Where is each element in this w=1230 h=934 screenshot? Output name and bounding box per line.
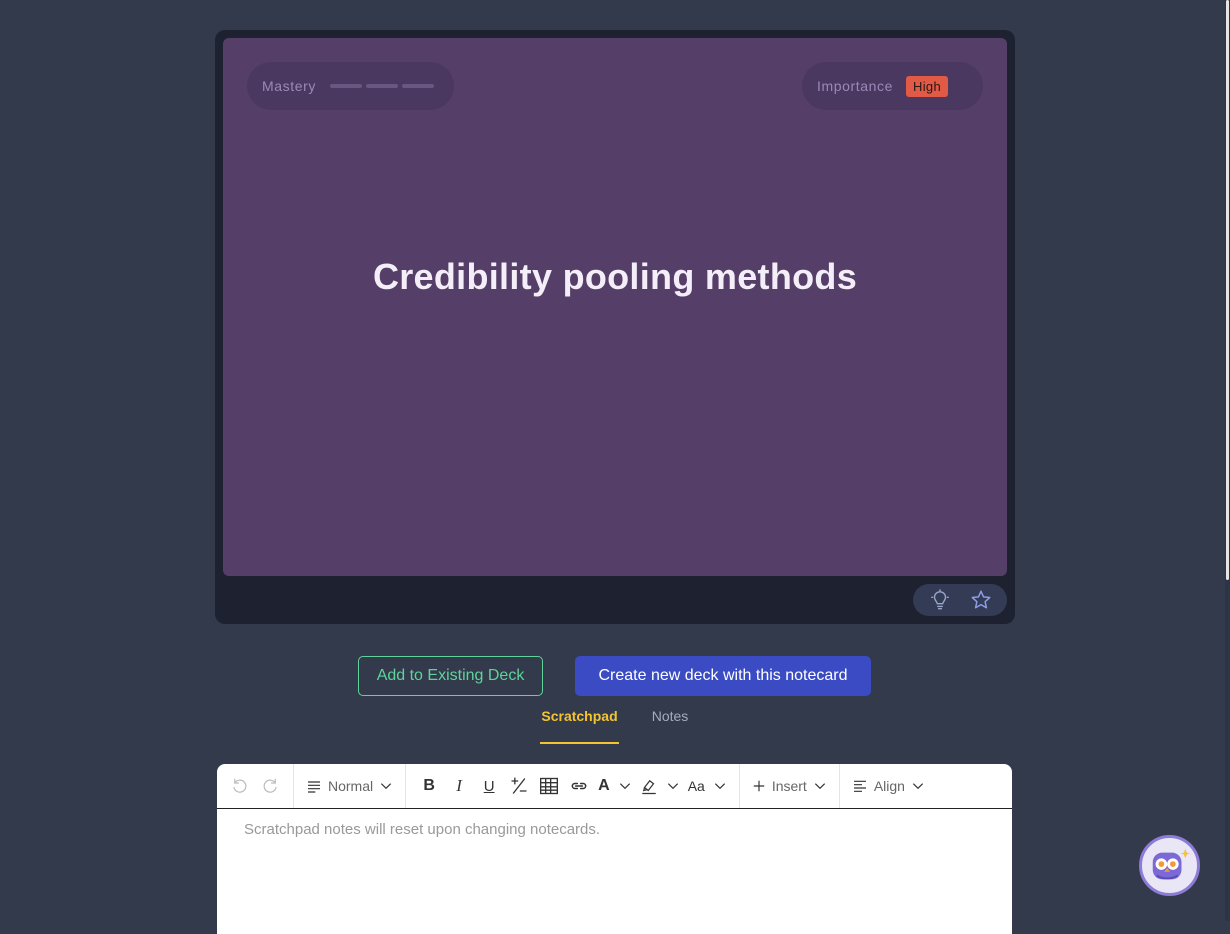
redo-icon	[263, 778, 277, 793]
editor-toolbar: Normal B I U A Aa Insert Align	[217, 764, 1012, 809]
importance-indicator: Importance High	[802, 62, 983, 110]
align-label: Align	[873, 778, 905, 794]
mastery-label: Mastery	[262, 78, 316, 94]
undo-icon	[233, 778, 247, 793]
favorite-button[interactable]	[970, 589, 992, 611]
notecard-title: Credibility pooling methods	[372, 256, 858, 297]
highlighter-icon	[641, 779, 656, 795]
italic-button[interactable]: I	[444, 770, 474, 802]
bold-button[interactable]: B	[414, 770, 444, 802]
align-dropdown[interactable]: Align	[848, 770, 929, 802]
underline-button[interactable]: U	[474, 770, 504, 802]
history-group	[217, 764, 294, 808]
insert-group: Insert	[740, 764, 840, 808]
add-to-existing-deck-button[interactable]: Add to Existing Deck	[358, 656, 543, 696]
scratchpad-input[interactable]: Scratchpad notes will reset upon changin…	[217, 809, 1012, 850]
mastery-segment	[402, 84, 434, 88]
chevron-down-icon	[714, 783, 725, 790]
star-icon	[971, 590, 990, 609]
block-type-value: Normal	[328, 778, 374, 794]
insert-label: Insert	[771, 778, 807, 794]
block-type-dropdown[interactable]: Normal	[302, 770, 397, 802]
mastery-segment	[366, 84, 398, 88]
highlight-dropdown[interactable]	[636, 770, 684, 802]
font-color-dropdown[interactable]: A	[594, 770, 636, 802]
align-left-icon	[853, 780, 866, 792]
mastery-segment	[330, 84, 362, 88]
create-new-deck-button[interactable]: Create new deck with this notecard	[575, 656, 871, 696]
mastery-indicator: Mastery	[247, 62, 454, 110]
link-icon	[571, 782, 587, 790]
font-size-dropdown[interactable]: Aa	[684, 770, 731, 802]
redo-button[interactable]	[255, 770, 285, 802]
importance-label: Importance	[817, 78, 894, 94]
chevron-down-icon	[667, 783, 678, 790]
lightbulb-icon	[930, 589, 949, 610]
mastery-bars	[330, 84, 434, 88]
scratchpad-placeholder: Scratchpad notes will reset upon changin…	[244, 821, 601, 838]
link-button[interactable]	[564, 770, 594, 802]
scratchpad-editor: Normal B I U A Aa Insert Align Scratchpa…	[217, 764, 1012, 934]
notecard-face[interactable]: Mastery Importance High Credibility pool…	[223, 38, 1007, 576]
plus-minus-icon	[511, 777, 527, 794]
notecard-frame: Mastery Importance High Credibility pool…	[215, 30, 1015, 624]
plus-icon	[753, 780, 765, 792]
undo-button[interactable]	[225, 770, 255, 802]
hint-button[interactable]	[929, 589, 951, 611]
formula-button[interactable]	[504, 770, 534, 802]
chevron-down-icon	[814, 783, 825, 790]
insert-dropdown[interactable]: Insert	[748, 770, 831, 802]
block-type-group: Normal	[294, 764, 407, 808]
table-button[interactable]	[534, 770, 564, 802]
chevron-down-icon	[381, 783, 392, 790]
format-group: B I U A Aa	[406, 764, 740, 808]
chevron-down-icon	[912, 783, 924, 790]
assistant-button[interactable]	[1139, 835, 1200, 896]
font-size-icon: Aa	[687, 778, 705, 794]
align-group: Align	[840, 764, 937, 808]
tab-notes[interactable]: Notes	[650, 708, 690, 744]
chevron-down-icon	[619, 783, 630, 790]
page-scrollbar-thumb[interactable]	[1226, 0, 1229, 580]
card-actions	[913, 584, 1007, 616]
paragraph-icon	[308, 781, 320, 793]
importance-badge[interactable]: High	[906, 75, 948, 97]
owl-mascot-icon	[1152, 848, 1190, 879]
tab-scratchpad[interactable]: Scratchpad	[540, 708, 619, 744]
table-icon	[540, 777, 559, 795]
font-color-icon: A	[598, 777, 610, 794]
